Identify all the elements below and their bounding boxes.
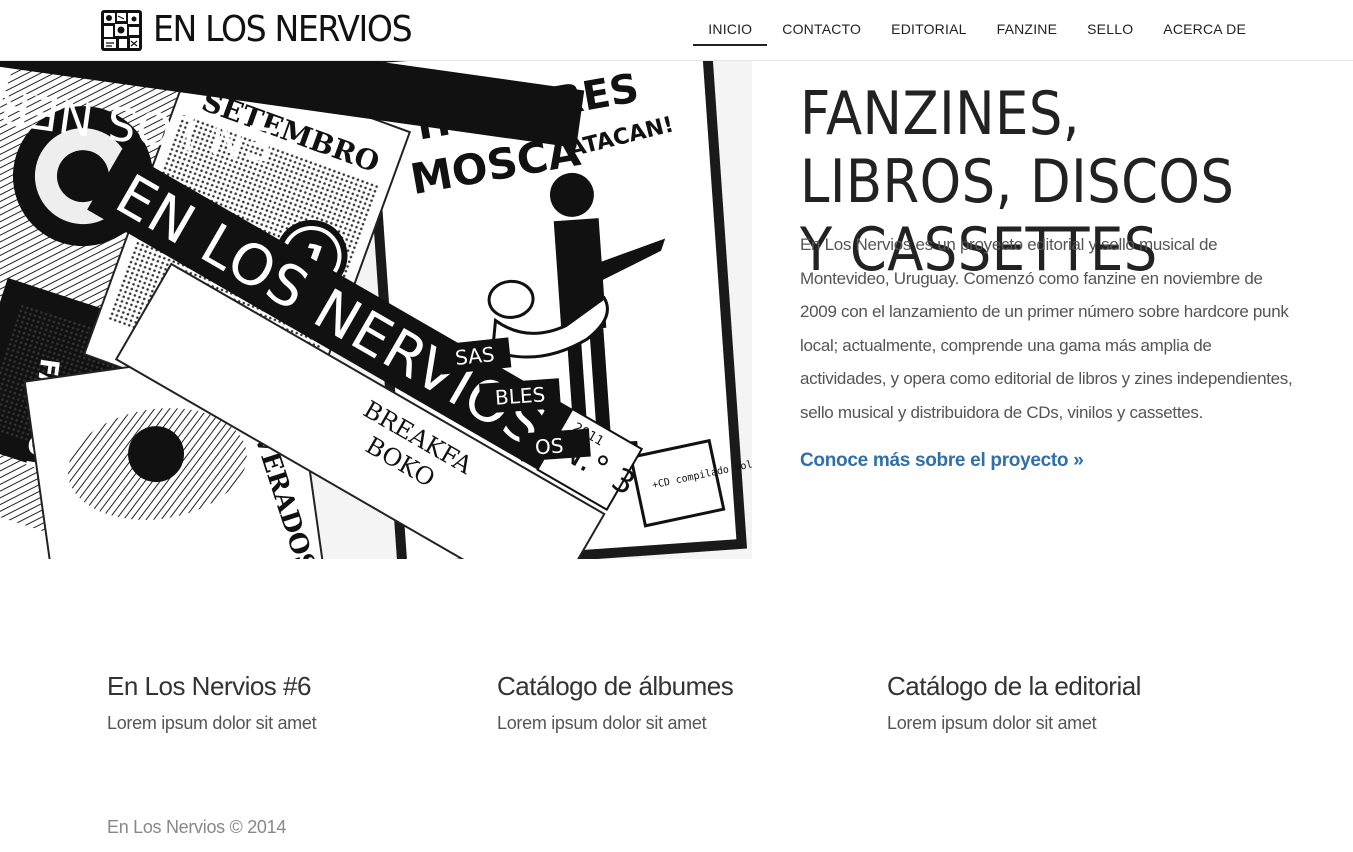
feature-title[interactable]: Catálogo de álbumes [497,668,837,704]
fanzine-collage-image: HOMBRES MOSCA ATACAN! +CD compilado vol.… [0,61,752,559]
hero-image: HOMBRES MOSCA ATACAN! +CD compilado vol.… [0,61,752,559]
learn-more-link[interactable]: Conoce más sobre el proyecto » [800,447,1084,475]
nav-item-sello[interactable]: SELLO [1072,0,1148,60]
strip-1: SAS [454,342,496,370]
feature-title[interactable]: Catálogo de la editorial [887,668,1227,704]
site-header: EN LOS NERVIOS INICIO CONTACTO EDITORIAL… [0,0,1353,61]
feature-text: Lorem ipsum dolor sit amet [887,713,1097,733]
nav-item-contacto[interactable]: CONTACTO [767,0,876,60]
nav-item-fanzine[interactable]: FANZINE [982,0,1073,60]
skull-collage-logo-icon [101,9,142,51]
nav-item-editorial[interactable]: EDITORIAL [876,0,981,60]
main-nav: INICIO CONTACTO EDITORIAL FANZINE SELLO … [693,0,1261,60]
footer-copyright: En Los Nervios © 2014 [107,817,287,837]
strip-2: BLES [494,382,546,409]
feature-fanzine-6: En Los Nervios #6 Lorem ipsum dolor sit … [107,668,447,738]
brand-name: EN LOS NERVIOS [153,9,413,50]
feature-text: Lorem ipsum dolor sit amet [497,713,707,733]
feature-editorial-catalog: Catálogo de la editorial Lorem ipsum dol… [887,668,1227,738]
hero-description: En Los Nervios es un proyecto editorial … [800,235,1293,422]
strip-3: OS [534,433,564,459]
nav-item-inicio[interactable]: INICIO [693,0,768,60]
feature-text: Lorem ipsum dolor sit amet [107,713,317,733]
feature-title[interactable]: En Los Nervios #6 [107,668,447,704]
feature-album-catalog: Catálogo de álbumes Lorem ipsum dolor si… [497,668,837,738]
brand-link[interactable]: EN LOS NERVIOS [101,9,434,51]
nav-item-acerca-de[interactable]: ACERCA DE [1148,0,1261,60]
